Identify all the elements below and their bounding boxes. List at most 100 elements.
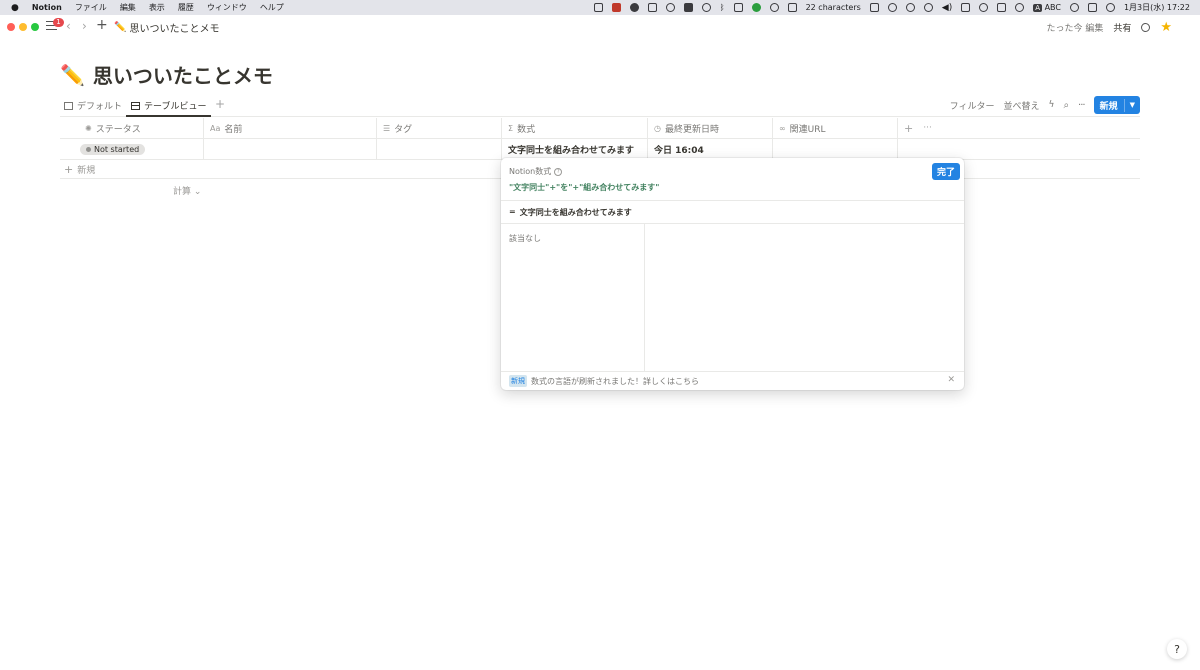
cell-url[interactable] (773, 139, 898, 159)
loader-icon: ✺ (85, 123, 92, 133)
window-minimize-button[interactable] (19, 23, 27, 31)
apple-icon[interactable]: ● (11, 3, 19, 13)
cloud-icon[interactable] (629, 3, 639, 12)
link-icon: ∞ (779, 123, 786, 133)
breadcrumb[interactable]: ✏️ 思いついたことメモ (114, 20, 219, 35)
formula-announcement[interactable]: 新規 数式の言語が刷新されました！詳しくはこちら (509, 375, 699, 387)
page-title[interactable]: ✏️ 思いついたことメモ (60, 60, 273, 89)
window-zoom-button[interactable] (31, 23, 39, 31)
column-header-last-edited[interactable]: ◷ 最終更新日時 (648, 118, 773, 138)
column-header-tag[interactable]: ☰ タグ (377, 118, 502, 138)
help-circle-icon[interactable]: ? (554, 167, 563, 176)
menu-edit[interactable]: 編集 (120, 2, 136, 13)
chevron-down-icon[interactable]: ▼ (1125, 101, 1140, 109)
volume-icon[interactable]: ◀) (942, 3, 952, 13)
last-edited-label: たった今 編集 (1046, 24, 1104, 34)
breadcrumb-page-title[interactable]: 思いついたことメモ (129, 20, 219, 35)
wifi-icon[interactable] (701, 3, 711, 12)
history-icon[interactable] (905, 3, 915, 12)
user-icon[interactable] (1105, 3, 1115, 12)
chevron-down-icon: ⌄ (193, 187, 202, 197)
menu-file[interactable]: ファイル (75, 2, 107, 13)
sync-icon[interactable] (769, 3, 779, 12)
table-row[interactable]: Not started 文字同士を組み合わせてみます 今日 16:04 (60, 139, 1140, 160)
hexagon-icon[interactable] (683, 3, 693, 12)
spotlight-search-icon[interactable] (1069, 3, 1079, 12)
cell-tag[interactable] (377, 139, 502, 159)
spotify-icon[interactable] (751, 3, 761, 12)
status-dot-icon (86, 146, 91, 152)
close-icon[interactable]: ✕ (947, 375, 955, 385)
cell-last-edited[interactable]: 今日 16:04 (648, 139, 773, 159)
shield-icon[interactable] (665, 3, 675, 12)
new-entry-button[interactable]: 新規 ▼ (1093, 96, 1140, 114)
clock-icon[interactable] (923, 3, 933, 12)
input-source[interactable]: A ABC (1033, 3, 1061, 12)
view-toolbar: フィルター 並べ替え ϟ ⌕ ··· 新規 ▼ (950, 96, 1140, 114)
clock-icon: ◷ (654, 123, 661, 133)
back-arrow-icon[interactable]: ‹ (66, 19, 71, 33)
character-count[interactable]: 22 characters (806, 3, 861, 12)
formula-result-preview: = 文字同士を組み合わせてみます (509, 207, 632, 217)
sort-button[interactable]: 並べ替え (1003, 99, 1039, 112)
new-page-plus-icon[interactable]: + (96, 17, 108, 33)
more-properties-icon[interactable]: ··· (923, 123, 932, 133)
menubar-clock[interactable]: 1月3日(水) 17:22 (1124, 2, 1190, 13)
board-icon (64, 101, 73, 110)
database-table: ✺ ステータス Aa 名前 ☰ タグ Σ 数式 ◷ 最終更新日時 ∞ 関連URL… (60, 118, 1140, 160)
menu-view[interactable]: 表示 (149, 2, 165, 13)
search-icon[interactable]: ⌕ (1063, 100, 1069, 111)
list-icon: ☰ (383, 123, 391, 133)
done-button[interactable]: 完了 (931, 163, 960, 180)
add-view-plus-icon[interactable]: + (215, 97, 225, 111)
page-emoji-icon[interactable]: ✏️ (60, 63, 85, 87)
control-center-icon[interactable] (1087, 3, 1097, 12)
terminal-icon[interactable] (647, 3, 657, 12)
tab-default-view[interactable]: デフォルト (64, 99, 122, 112)
formula-editor-title: Notion数式 ? (509, 166, 563, 177)
tab-table-view[interactable]: テーブルビュー (131, 99, 206, 112)
share-button[interactable]: 共有 (1113, 21, 1131, 34)
grid-icon[interactable] (733, 3, 743, 12)
forward-arrow-icon[interactable]: › (82, 19, 87, 33)
announcement-text[interactable]: 数式の言語が刷新されました！詳しくはこちら (531, 376, 699, 387)
updates-clock-icon[interactable] (1141, 23, 1151, 32)
play-icon[interactable] (979, 3, 989, 12)
app-status-icon[interactable] (611, 3, 621, 12)
notion-status-icon[interactable] (593, 3, 603, 12)
column-header-formula[interactable]: Σ 数式 (502, 118, 648, 138)
automation-lightning-icon[interactable]: ϟ (1049, 100, 1055, 110)
wifi-status-icon[interactable] (1015, 3, 1025, 12)
status-badge[interactable]: Not started (80, 143, 146, 155)
menu-window[interactable]: ウィンドウ (207, 2, 247, 13)
formula-input[interactable]: "文字同士"+"を"+"組み合わせてみます" (509, 182, 659, 193)
timer-icon[interactable] (887, 3, 897, 12)
drive-icon[interactable] (787, 3, 797, 12)
formula-suggestions-list: 該当なし (501, 224, 645, 371)
column-header-url[interactable]: ∞ 関連URL (773, 118, 898, 138)
plus-icon: + (64, 162, 74, 176)
column-header-name[interactable]: Aa 名前 (204, 118, 377, 138)
divider (501, 371, 964, 372)
menu-app-name[interactable]: Notion (32, 3, 62, 12)
add-property-plus-icon[interactable]: + (904, 122, 913, 135)
calculate-dropdown[interactable]: 計算 ⌄ (173, 184, 201, 197)
menu-history[interactable]: 履歴 (178, 2, 194, 13)
window-close-button[interactable] (7, 23, 15, 31)
page-title-text[interactable]: 思いついたことメモ (93, 60, 273, 89)
cell-status[interactable]: Not started (60, 139, 204, 159)
cell-name[interactable] (204, 139, 377, 159)
menu-help[interactable]: ヘルプ (260, 2, 284, 13)
cell-formula[interactable]: 文字同士を組み合わせてみます (502, 139, 648, 159)
more-options-icon[interactable]: ··· (1078, 100, 1085, 111)
battery-icon[interactable] (997, 3, 1007, 12)
new-tag-badge: 新規 (509, 375, 527, 387)
upload-icon[interactable] (869, 3, 879, 12)
bluetooth-icon[interactable]: ᛒ (720, 3, 725, 12)
favorite-star-icon[interactable]: ★ (1160, 20, 1172, 35)
column-header-status[interactable]: ✺ ステータス (60, 118, 204, 138)
column-actions: + ··· (898, 118, 958, 138)
display-icon[interactable] (961, 3, 971, 12)
help-button[interactable]: ? (1167, 639, 1187, 659)
filter-button[interactable]: フィルター (950, 99, 995, 112)
